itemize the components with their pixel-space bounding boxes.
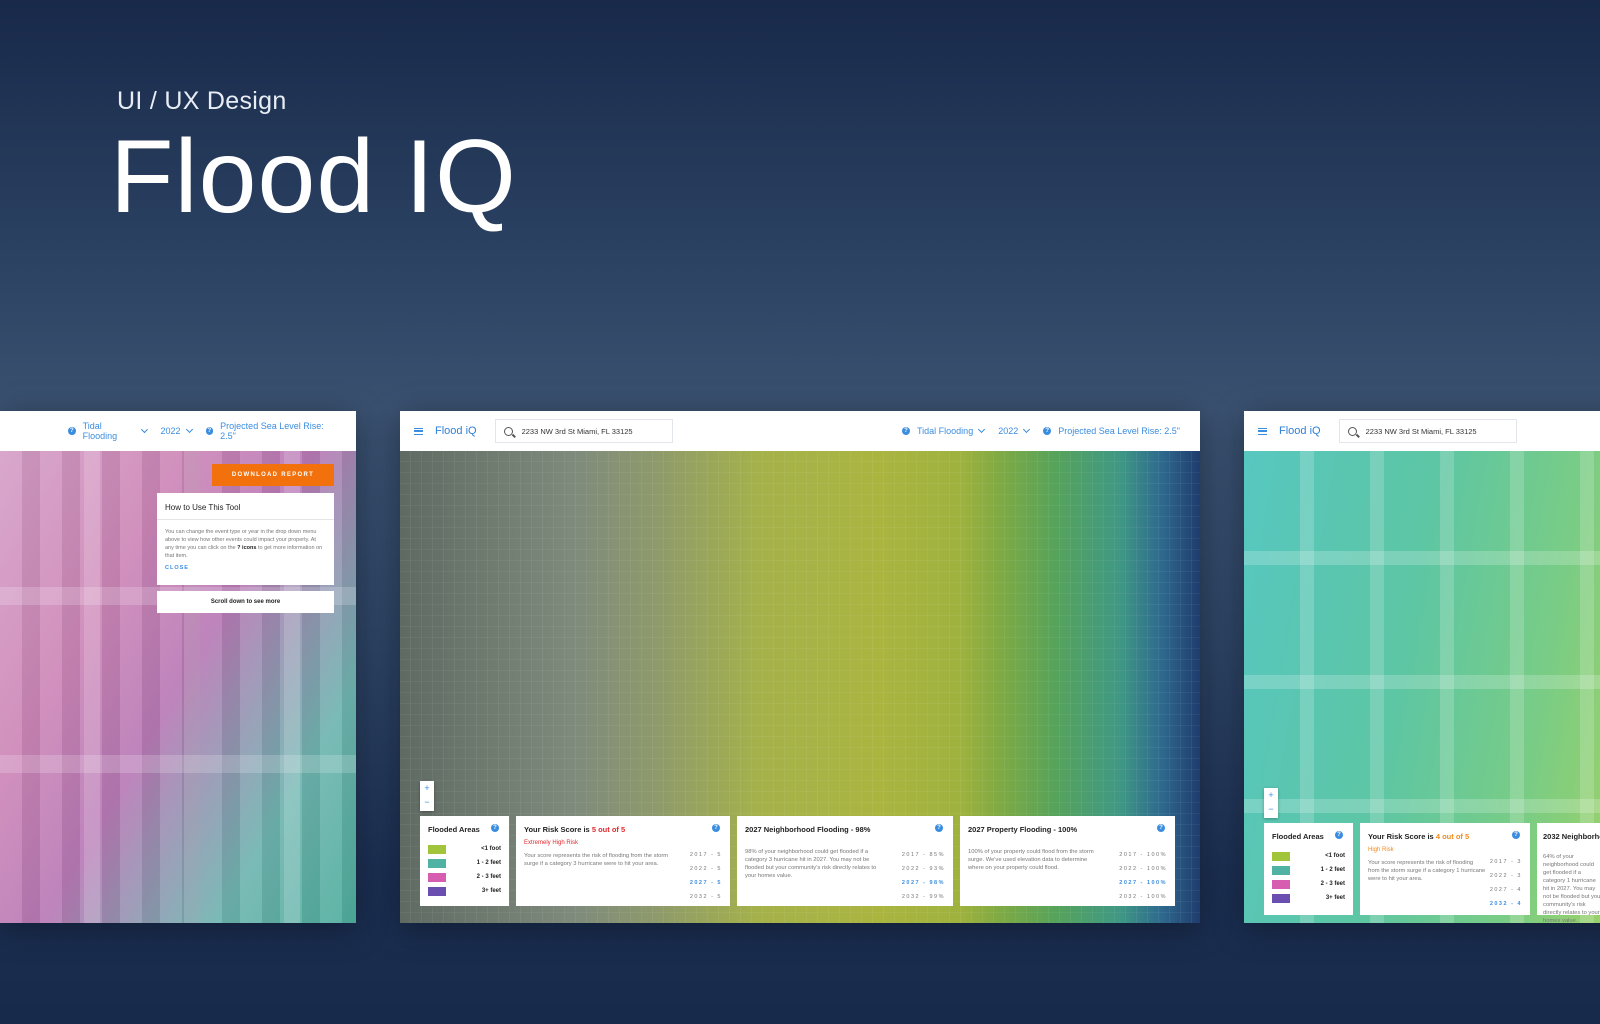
legend-card: Flooded Areas ? <1 foot 1 - 2 feet 2 - 3… <box>420 816 509 906</box>
zoom-in-button[interactable]: + <box>1264 788 1278 802</box>
how-to-title: How to Use This Tool <box>157 503 334 520</box>
top-bar: Flood iQ 2233 NW 3rd St Miami, FL 33125 <box>1244 411 1600 451</box>
legend-item: 3+ feet <box>428 884 501 898</box>
address-search-input[interactable]: 2233 NW 3rd St Miami, FL 33125 <box>494 419 673 443</box>
risk-level: High Risk <box>1368 847 1394 853</box>
risk-score-card: Your Risk Score is 4 out of 5 ? High Ris… <box>1360 823 1530 915</box>
year-dropdown[interactable]: 2022 <box>161 425 193 436</box>
risk-score-card: Your Risk Score is 5 out of 5 ? Extremel… <box>516 816 730 906</box>
help-icon[interactable]: ? <box>205 427 214 435</box>
sea-level-label: Projected Sea Level Rise: 2.5" <box>220 421 324 441</box>
neighborhood-description: 98% of your neighborhood could get flood… <box>745 849 877 879</box>
risk-years: 2017 - 3 2022 - 3 2027 - 4 2032 - 4 <box>1489 859 1522 907</box>
help-icon[interactable]: ? <box>902 427 910 435</box>
year-dropdown[interactable]: 2022 <box>998 425 1031 436</box>
brand-logo[interactable]: Flood iQ <box>435 425 477 437</box>
neighborhood-description: 64% of your neighborhood could get flood… <box>1543 854 1600 923</box>
help-icon[interactable]: ? <box>1512 831 1520 839</box>
zoom-out-button[interactable]: − <box>1264 802 1278 816</box>
risk-description: Your score represents the risk of floodi… <box>524 853 669 867</box>
property-title: 2027 Property Flooding - 100% <box>968 825 1078 834</box>
how-to-text: You can change the event type or year in… <box>165 529 323 559</box>
help-icon[interactable]: ? <box>712 824 720 832</box>
address-search-input[interactable]: 2233 NW 3rd St Miami, FL 33125 <box>1338 419 1517 443</box>
zoom-control: + − <box>1264 788 1278 818</box>
search-icon <box>503 426 513 436</box>
scroll-down-button[interactable]: Scroll down to see more <box>157 591 334 613</box>
help-icon[interactable]: ? <box>1043 427 1052 435</box>
download-report-button[interactable]: DOWNLOAD REPORT <box>212 464 334 486</box>
event-dropdown[interactable]: Tidal Flooding <box>83 421 148 441</box>
close-link[interactable]: CLOSE <box>165 565 326 571</box>
neighborhood-title: 2032 Neighborhood Flooding <box>1543 832 1600 841</box>
legend-item: 3+ feet <box>1272 891 1345 905</box>
event-dropdown[interactable]: Tidal Flooding <box>917 425 986 436</box>
screen-right: Flood iQ 2233 NW 3rd St Miami, FL 33125 … <box>1244 411 1600 923</box>
screen-main: Flood iQ 2233 NW 3rd St Miami, FL 33125 … <box>400 411 1200 923</box>
sea-level-label: Projected Sea Level Rise: 2.5" <box>1058 426 1180 436</box>
top-bar: ? Tidal Flooding 2022 ? Projected Sea Le… <box>0 411 356 451</box>
hero-title: Flood IQ <box>110 119 517 235</box>
legend-item: 2 - 3 feet <box>1272 877 1345 891</box>
risk-level: Extremely High Risk <box>524 840 579 846</box>
zoom-in-button[interactable]: + <box>420 781 434 795</box>
how-to-card: How to Use This Tool You can change the … <box>157 493 334 585</box>
risk-title: Your Risk Score is 4 out of 5 <box>1368 832 1470 841</box>
neighborhood-flooding-card: 2027 Neighborhood Flooding - 98% ? 98% o… <box>737 816 953 906</box>
property-flooding-card: 2027 Property Flooding - 100% ? 100% of … <box>960 816 1175 906</box>
legend-item: 1 - 2 feet <box>428 856 501 870</box>
legend-title: Flooded Areas <box>428 825 480 834</box>
legend-item: <1 foot <box>428 842 501 856</box>
chevron-down-icon <box>1023 425 1031 434</box>
help-icon[interactable]: ? <box>1157 824 1165 832</box>
help-icon[interactable]: ? <box>491 824 499 832</box>
property-description: 100% of your property could flood from t… <box>968 849 1094 871</box>
risk-years: 2017 - 5 2022 - 5 2027 - 5 2032 - 5 <box>689 852 722 900</box>
legend-item: 1 - 2 feet <box>1272 863 1345 877</box>
hero-subtitle: UI / UX Design <box>117 87 287 115</box>
zoom-out-button[interactable]: − <box>420 795 434 809</box>
legend-item: 2 - 3 feet <box>428 870 501 884</box>
search-icon <box>1347 426 1357 436</box>
screen-left: ? Tidal Flooding 2022 ? Projected Sea Le… <box>0 411 356 923</box>
legend-title: Flooded Areas <box>1272 832 1324 841</box>
neighborhood-years: 2017 - 85% 2022 - 93% 2027 - 98% 2032 - … <box>901 852 945 900</box>
risk-description: Your score represents the risk of floodi… <box>1368 860 1486 882</box>
legend-item: <1 foot <box>1272 849 1345 863</box>
risk-title: Your Risk Score is 5 out of 5 <box>524 825 626 834</box>
chevron-down-icon <box>185 425 193 434</box>
neighborhood-flooding-card: 2032 Neighborhood Flooding 64% of your n… <box>1537 823 1600 923</box>
menu-icon[interactable] <box>1258 427 1267 435</box>
help-icon[interactable]: ? <box>935 824 943 832</box>
chevron-down-icon <box>978 425 986 434</box>
neighborhood-title: 2027 Neighborhood Flooding - 98% <box>745 825 871 834</box>
property-years: 2017 - 100% 2022 - 100% 2027 - 100% 2032… <box>1119 852 1167 900</box>
legend-card: Flooded Areas ? <1 foot 1 - 2 feet 2 - 3… <box>1264 823 1353 915</box>
chevron-down-icon <box>140 426 148 433</box>
top-bar: Flood iQ 2233 NW 3rd St Miami, FL 33125 … <box>400 411 1200 451</box>
help-icon[interactable]: ? <box>1335 831 1343 839</box>
brand-logo[interactable]: Flood iQ <box>1279 425 1321 437</box>
zoom-control: + − <box>420 781 434 811</box>
menu-icon[interactable] <box>414 427 423 435</box>
help-icon[interactable]: ? <box>68 427 76 435</box>
